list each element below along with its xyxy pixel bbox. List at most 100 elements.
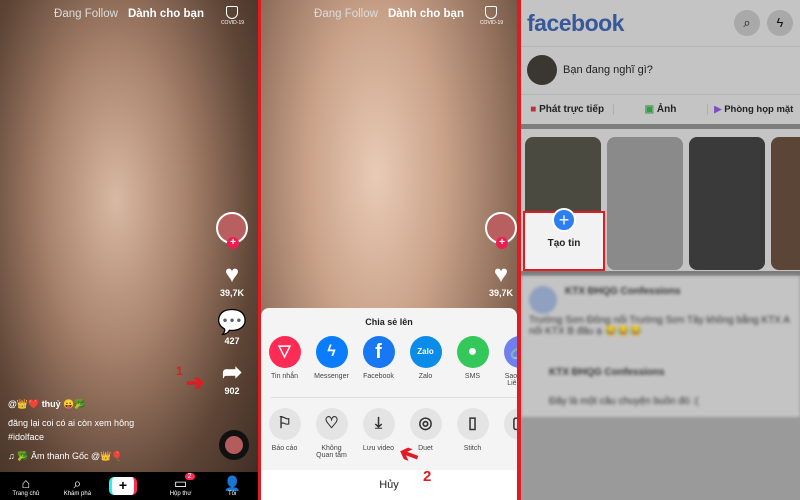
share-icon[interactable]: ➦ [212, 360, 252, 386]
follow-plus-icon[interactable]: + [496, 237, 508, 249]
facebook-screen: facebook ⌕ ϟ Bạn đang nghĩ gì? ■ Phát tr… [521, 0, 800, 500]
tab-following[interactable]: Đang Follow [314, 8, 378, 20]
post-author: KTX ĐHQG Confessions [549, 367, 665, 378]
live-button[interactable]: ■ Phát trực tiếp [521, 104, 615, 115]
link-icon: 🔗 [503, 336, 517, 368]
post-text: Trường Sơn Đông nối Trường Sơn Tây không… [529, 315, 790, 337]
story-card[interactable] [689, 137, 765, 270]
action-not-interested[interactable]: ♡ Không Quan tâm [314, 408, 349, 459]
creator-avatar[interactable]: + [485, 212, 517, 249]
action-rail: + ♥ 39,7K 💬 427 ➦ 902 [212, 212, 252, 396]
covid-button[interactable]: COVID-19 [480, 6, 503, 26]
action-label: Lưu video [362, 445, 395, 452]
nav-home[interactable]: ⌂ Trang chủ [6, 475, 46, 497]
share-facebook[interactable]: f Facebook [361, 336, 396, 387]
cancel-button[interactable]: Hủy [261, 470, 517, 500]
creator-avatar[interactable]: + [216, 212, 248, 249]
action-rail: + ♥ 39,7K [481, 212, 517, 298]
action-more[interactable]: ▢R [502, 408, 517, 459]
inbox-badge: 2 [184, 473, 195, 480]
action-report[interactable]: ⚐ Báo cáo [267, 408, 302, 459]
tab-for-you[interactable]: Dành cho bạn [388, 8, 464, 20]
live-icon: ■ [530, 104, 540, 115]
room-button[interactable]: ▶ Phòng họp mặt [708, 104, 800, 115]
avatar[interactable] [527, 55, 557, 85]
composer[interactable]: Bạn đang nghĩ gì? [521, 46, 800, 94]
nav-discover[interactable]: ⌕ Khám phá [57, 475, 97, 497]
action-label: Stitch [463, 445, 482, 452]
nav-create[interactable]: + [108, 477, 149, 495]
profile-icon: 👤 [223, 475, 241, 491]
share-label: Messenger [314, 373, 349, 380]
more-icon: ▢ [503, 408, 517, 440]
post-text: Đây là một câu chuyện buồn đó :( [549, 396, 699, 407]
search-icon: ⌕ [73, 475, 82, 491]
covid-button[interactable]: COVID-19 [221, 6, 244, 26]
share-sheet-title: Chia sẻ lên [365, 317, 413, 327]
share-copy-link[interactable]: 🔗 Sao chép Liên kết [502, 336, 517, 387]
heart-icon[interactable]: ♥ [212, 262, 252, 288]
likes-count: 39,7K [488, 288, 514, 298]
share-sheet: Chia sẻ lên ▽ Tin nhắn ϟ Messenger f Facebo… [261, 308, 517, 500]
action-label: Báo cáo [271, 445, 298, 452]
hashtag[interactable]: #idolface [8, 432, 44, 442]
music-note-icon: ♫ [8, 451, 18, 461]
share-tin-nhan[interactable]: ▽ Tin nhắn [267, 336, 302, 387]
share-targets: ▽ Tin nhắn ϟ Messenger f Facebook Zalo Zalo … [267, 336, 517, 387]
video-room-icon: ▶ [714, 104, 725, 115]
video-description: đăng lại coi có ai còn xem hông [8, 418, 135, 428]
likes-count: 39,7K [219, 288, 245, 298]
red-arrow-icon: ➔ [186, 370, 205, 395]
tab-following[interactable]: Đang Follow [54, 8, 118, 20]
nav-label: Trang chủ [12, 491, 40, 497]
stories-row: + Tạo tin [521, 129, 800, 271]
inbox-icon: ▭ [173, 475, 188, 491]
composer-placeholder[interactable]: Bạn đang nghĩ gì? [563, 64, 653, 76]
action-save-video[interactable]: ⤓ Lưu video [361, 408, 396, 459]
send-icon: ▽ [268, 336, 301, 368]
plus-icon: + [108, 477, 137, 495]
share-zalo[interactable]: Zalo Zalo [408, 336, 443, 387]
feed-tabs: Đang Follow Dành cho bạn [0, 8, 258, 20]
shield-icon [226, 6, 239, 19]
covid-label: COVID-19 [220, 20, 244, 26]
messenger-icon: ϟ [315, 336, 348, 368]
nav-profile[interactable]: 👤 Tôi [212, 475, 252, 497]
messenger-icon[interactable]: ϟ [767, 10, 793, 36]
zalo-icon: Zalo [409, 336, 442, 368]
facebook-header: facebook ⌕ ϟ [521, 0, 800, 46]
heart-icon[interactable]: ♥ [481, 262, 517, 288]
music-disc[interactable] [219, 430, 249, 460]
photo-button[interactable]: ▣ Ảnh [614, 104, 708, 115]
tiktok-share-screen: Đang Follow Dành cho bạn COVID-19 + ♥ 39,… [261, 0, 517, 500]
music-name: 🥦 Âm thanh Gốc @👑🎈 [17, 451, 123, 461]
step-marker-1: 1 [176, 364, 183, 378]
flag-icon: ⚐ [268, 408, 301, 440]
username[interactable]: @👑❤️ thuỷ 😛🥦 [8, 399, 86, 410]
feed-post[interactable]: KTX ĐHQG Confessions Trường Sơn Đông nối… [521, 276, 800, 417]
download-icon: ⤓ [362, 408, 395, 440]
search-icon[interactable]: ⌕ [734, 10, 760, 36]
composer-actions: ■ Phát trực tiếp ▣ Ảnh ▶ Phòng họp mặt [521, 94, 800, 124]
sms-icon: ● [456, 336, 489, 368]
live-label: Phát trực tiếp [539, 104, 605, 115]
comment-icon[interactable]: 💬 [212, 310, 252, 336]
story-card[interactable] [771, 137, 800, 270]
plus-icon: + [552, 208, 576, 232]
share-messenger[interactable]: ϟ Messenger [314, 336, 349, 387]
home-icon: ⌂ [21, 475, 31, 491]
create-story-button[interactable]: + Tạo tin [523, 208, 605, 271]
action-stitch[interactable]: ▯ Stitch [455, 408, 490, 459]
nav-inbox[interactable]: ▭ 2 Hộp thư [161, 473, 201, 497]
music-line[interactable]: ♫ 🥦 Âm thanh Gốc @👑🎈 [8, 451, 123, 462]
facebook-logo: facebook [527, 10, 624, 36]
share-sms[interactable]: ● SMS [455, 336, 490, 387]
action-label: Không Quan tâm [316, 445, 347, 459]
nav-label: Khám phá [63, 491, 92, 497]
story-card[interactable] [607, 137, 683, 270]
covid-label: COVID-19 [479, 20, 503, 26]
facebook-icon: f [362, 336, 395, 368]
share-label: SMS [464, 373, 481, 380]
follow-plus-icon[interactable]: + [227, 237, 239, 249]
tab-for-you[interactable]: Dành cho bạn [128, 8, 204, 20]
